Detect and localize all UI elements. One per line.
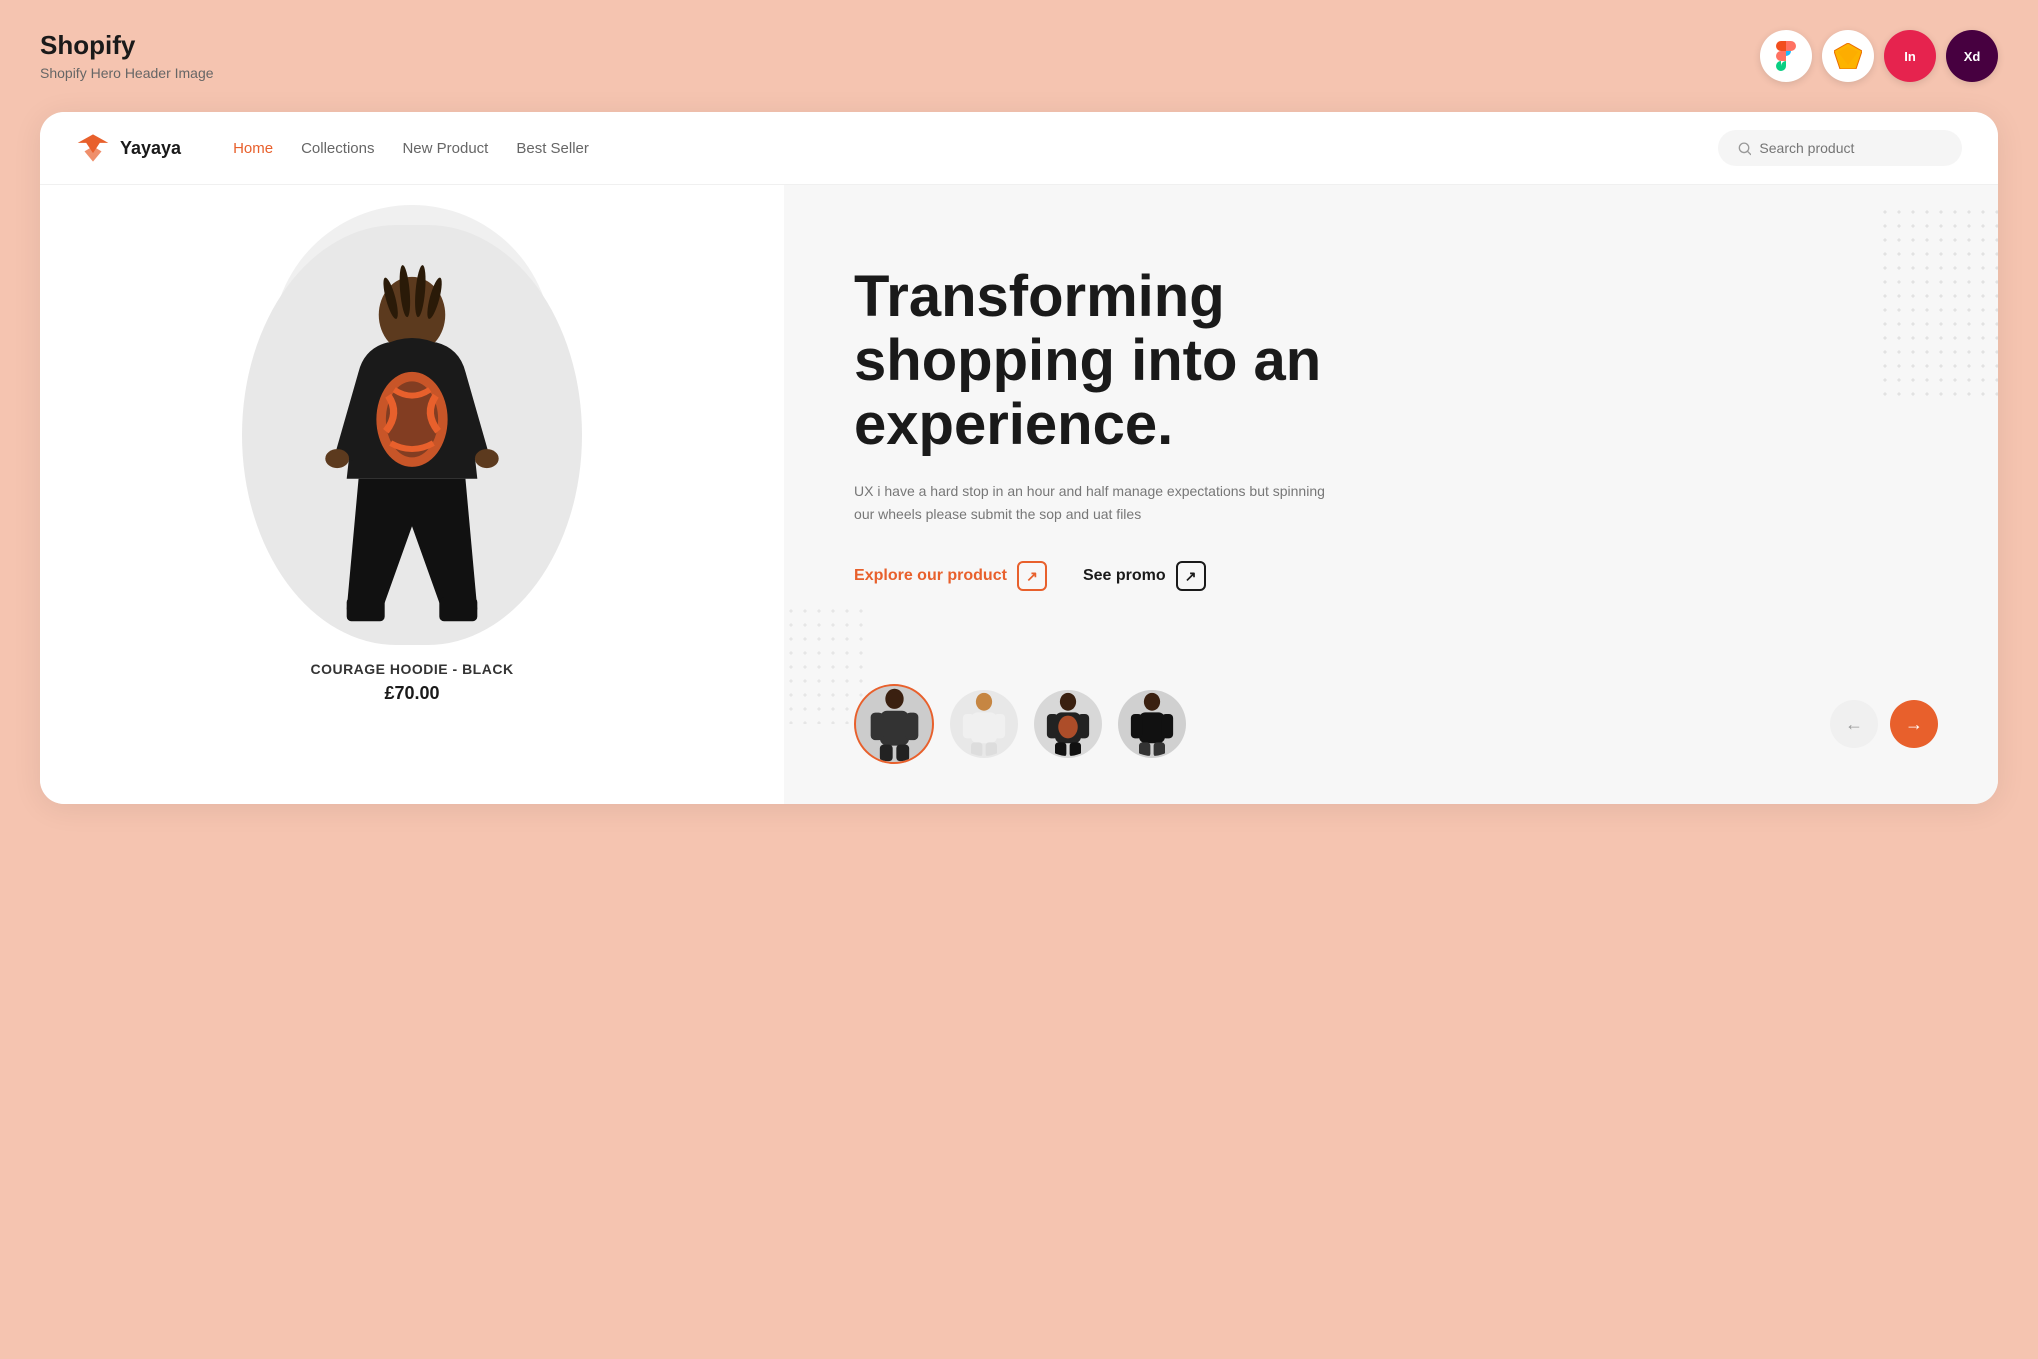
product-oval	[242, 225, 582, 645]
tool-icons: In Xd	[1760, 30, 1998, 82]
promo-label: See promo	[1083, 567, 1166, 585]
xd-icon[interactable]: Xd	[1946, 30, 1998, 82]
app-title: Shopify	[40, 30, 214, 61]
top-bar: Shopify Shopify Hero Header Image In Xd	[40, 30, 1998, 82]
dots-decoration-bottom	[784, 604, 864, 724]
sketch-icon[interactable]	[1822, 30, 1874, 82]
hero-subtitle: UX i have a hard stop in an hour and hal…	[854, 480, 1334, 525]
prev-button[interactable]: ←	[1830, 700, 1878, 748]
explore-product-button[interactable]: Explore our product ↗	[854, 561, 1047, 591]
nav-best-seller[interactable]: Best Seller	[516, 140, 589, 157]
see-promo-button[interactable]: See promo ↗	[1083, 561, 1206, 591]
invision-icon[interactable]: In	[1884, 30, 1936, 82]
promo-arrow-icon: ↗	[1176, 561, 1206, 591]
nav-new-product[interactable]: New Product	[402, 140, 488, 157]
logo-text: Yayaya	[120, 138, 181, 159]
app-subtitle: Shopify Hero Header Image	[40, 65, 214, 81]
thumbnail-3[interactable]	[1034, 690, 1102, 758]
next-button[interactable]: →	[1890, 700, 1938, 748]
dots-decoration-top	[1878, 205, 1998, 405]
left-panel: COURAGE HOODIE - BLACK £70.00	[40, 185, 784, 804]
thumbnails-row: ← →	[854, 684, 1938, 764]
navbar: Yayaya Home Collections New Product Best…	[40, 112, 1998, 185]
nav-home[interactable]: Home	[233, 140, 273, 157]
explore-arrow-icon: ↗	[1017, 561, 1047, 591]
content-area: COURAGE HOODIE - BLACK £70.00 Transformi…	[40, 185, 1998, 804]
app-info: Shopify Shopify Hero Header Image	[40, 30, 214, 81]
main-card: Yayaya Home Collections New Product Best…	[40, 112, 1998, 804]
hero-text: Transforming shopping into an experience…	[854, 265, 1938, 591]
figma-icon[interactable]	[1760, 30, 1812, 82]
thumbnail-4[interactable]	[1118, 690, 1186, 758]
search-input[interactable]	[1759, 140, 1942, 156]
thumb-nav: ← →	[1830, 700, 1938, 748]
search-bar[interactable]	[1718, 130, 1962, 166]
search-icon	[1738, 141, 1751, 156]
product-price: £70.00	[310, 683, 513, 704]
nav-collections[interactable]: Collections	[301, 140, 374, 157]
cta-buttons: Explore our product ↗ See promo ↗	[854, 561, 1938, 591]
product-info: COURAGE HOODIE - BLACK £70.00	[310, 661, 513, 704]
logo[interactable]: Yayaya	[76, 131, 181, 165]
thumbnail-2[interactable]	[950, 690, 1018, 758]
nav-links: Home Collections New Product Best Seller	[233, 140, 1686, 157]
right-panel: Transforming shopping into an experience…	[784, 185, 1998, 804]
hero-title: Transforming shopping into an experience…	[854, 265, 1374, 456]
explore-label: Explore our product	[854, 567, 1007, 585]
thumbnail-1[interactable]	[854, 684, 934, 764]
product-name: COURAGE HOODIE - BLACK	[310, 661, 513, 677]
